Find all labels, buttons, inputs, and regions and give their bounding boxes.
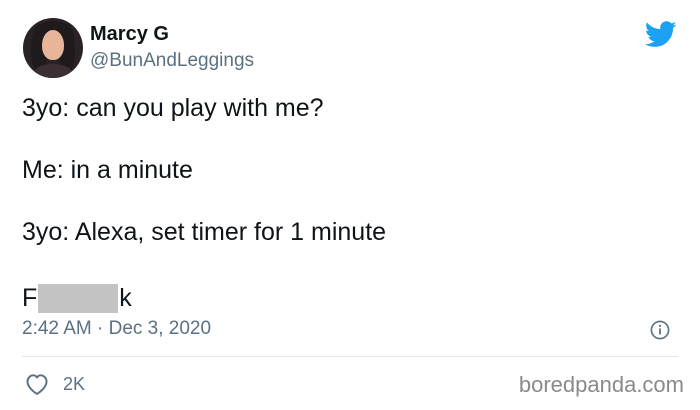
author-handle[interactable]: @BunAndLeggings: [90, 50, 254, 72]
like-count: 2K: [63, 373, 86, 394]
divider: [22, 356, 678, 357]
censor-bar: [38, 283, 119, 313]
tweet-text-line-3: 3yo: Alexa, set timer for 1 minute: [22, 218, 387, 246]
tweet-text-line-1: 3yo: can you play with me?: [22, 94, 324, 122]
censored-word: F k: [22, 283, 132, 313]
like-button[interactable]: 2K: [24, 371, 85, 397]
author-display-name[interactable]: Marcy G: [90, 23, 169, 46]
tweet-text-line-2: Me: in a minute: [22, 156, 193, 184]
censored-word-last-letter: k: [119, 283, 132, 312]
source-watermark: boredpanda.com: [518, 372, 684, 397]
author-avatar[interactable]: [23, 18, 83, 78]
censored-word-first-letter: F: [22, 283, 38, 312]
tweet-timestamp[interactable]: 2:42 AM · Dec 3, 2020: [22, 318, 211, 340]
info-icon[interactable]: [650, 320, 670, 340]
tweet-card: Marcy G @BunAndLeggings 3yo: can you pla…: [0, 0, 700, 410]
twitter-bird-icon[interactable]: [645, 21, 677, 48]
heart-icon: [26, 374, 48, 395]
